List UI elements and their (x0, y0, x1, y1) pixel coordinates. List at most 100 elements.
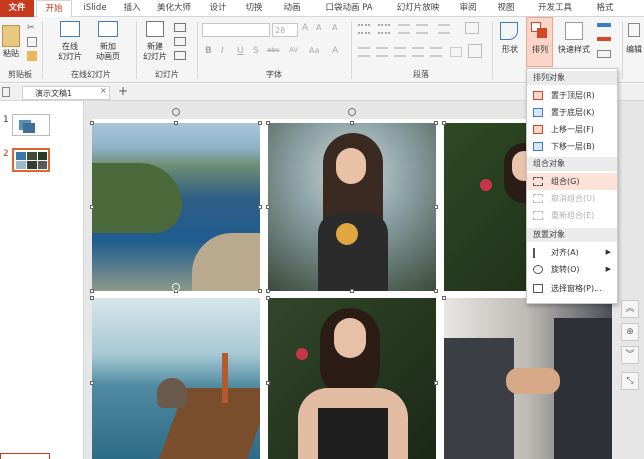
document-tab[interactable]: 演示文稿1 (22, 86, 110, 100)
menu-send-to-back[interactable]: 置于底层(K) (527, 104, 617, 121)
slide-thumbnail-1[interactable] (12, 114, 50, 136)
new-slide-button[interactable]: 新建 幻灯片 (138, 42, 172, 62)
shapes-button[interactable]: 形状 (498, 45, 522, 55)
add-tab-button[interactable]: + (118, 84, 128, 98)
paste-icon[interactable] (2, 25, 20, 47)
selection-handle[interactable] (266, 121, 270, 125)
photo-woman-flower[interactable] (268, 123, 436, 291)
shrink-font-icon[interactable]: A (316, 23, 321, 32)
menu-selection-pane[interactable]: 选择窗格(P)... (527, 280, 617, 297)
new-anim-page-icon[interactable] (98, 21, 118, 37)
selection-handle[interactable] (434, 381, 438, 385)
tab-slideshow[interactable]: 幻灯片放映 (392, 0, 444, 17)
quick-style-icon[interactable] (565, 22, 583, 40)
menu-ungroup[interactable]: 取消组合(U) (527, 190, 617, 207)
photo-handshake[interactable] (444, 298, 612, 459)
section-icon[interactable] (174, 51, 186, 60)
clear-format-icon[interactable]: A (332, 23, 337, 32)
tab-home[interactable]: 开始 (36, 0, 72, 18)
shape-effects-icon[interactable] (597, 50, 611, 58)
slide-thumbnail-2[interactable] (12, 148, 50, 172)
char-spacing-button[interactable]: AV (289, 46, 298, 54)
change-case-button[interactable]: Aa (309, 46, 319, 55)
smartart-icon[interactable] (468, 44, 482, 58)
selection-handle[interactable] (258, 121, 262, 125)
align-left-icon[interactable] (358, 47, 370, 57)
tab-format[interactable]: 格式 (590, 0, 620, 17)
underline-button[interactable]: U (237, 46, 244, 56)
selection-handle[interactable] (434, 121, 438, 125)
selection-handle[interactable] (174, 121, 178, 125)
selection-handle[interactable] (266, 289, 270, 293)
distributed-icon[interactable] (430, 47, 442, 57)
tab-view[interactable]: 视图 (492, 0, 520, 17)
quick-style-button[interactable]: 快速样式 (556, 45, 592, 55)
justify-icon[interactable] (412, 47, 424, 57)
line-spacing-icon[interactable] (438, 24, 450, 34)
collapse-up-button[interactable]: ︽ (621, 300, 639, 318)
online-slide-icon[interactable] (60, 21, 80, 37)
rotate-handle-icon[interactable] (172, 108, 180, 116)
grow-font-icon[interactable]: A (302, 23, 308, 33)
arrange-button[interactable]: 排列 (527, 45, 553, 55)
layout-icon[interactable] (174, 23, 186, 32)
new-slide-icon[interactable] (146, 21, 164, 37)
align-center-icon[interactable] (376, 47, 388, 57)
menu-align[interactable]: 对齐(A) ▶ (527, 244, 617, 261)
selection-handle[interactable] (350, 289, 354, 293)
shadow-button[interactable]: S (253, 46, 259, 56)
format-painter-icon[interactable] (27, 51, 37, 61)
font-name-box[interactable] (202, 23, 270, 37)
selection-handle[interactable] (258, 205, 262, 209)
selection-handle[interactable] (258, 289, 262, 293)
shape-outline-icon[interactable] (597, 37, 611, 41)
menu-group[interactable]: 组合(G) (527, 173, 617, 190)
increase-indent-icon[interactable] (416, 24, 428, 34)
selection-handle[interactable] (266, 381, 270, 385)
shapes-icon[interactable] (500, 22, 518, 40)
menu-bring-forward[interactable]: 上移一层(F) (527, 121, 617, 138)
selection-handle[interactable] (90, 289, 94, 293)
photo-pelican-pier[interactable] (92, 298, 260, 459)
edit-icon[interactable] (628, 23, 640, 37)
selection-handle[interactable] (350, 121, 354, 125)
menu-send-backward[interactable]: 下移一层(B) (527, 138, 617, 155)
paste-button[interactable]: 粘贴 (0, 49, 22, 59)
close-tab-icon[interactable]: × (100, 86, 107, 95)
photo-fjord[interactable] (92, 123, 260, 291)
reset-icon[interactable] (174, 37, 186, 46)
italic-button[interactable]: I (221, 46, 224, 56)
tab-animation[interactable]: 动画 (278, 0, 306, 17)
numbering-icon[interactable] (378, 24, 390, 34)
tab-insert[interactable]: 插入 (118, 0, 146, 17)
rotate-handle-icon[interactable] (172, 283, 180, 291)
tab-islide[interactable]: iSlide (76, 0, 114, 17)
decrease-indent-icon[interactable] (398, 24, 410, 34)
tab-pocket-anim[interactable]: 口袋动画 PA (316, 0, 382, 17)
fit-slide-button[interactable]: ⤡ (621, 372, 639, 390)
tab-transition[interactable]: 切换 (240, 0, 268, 17)
selection-handle[interactable] (90, 205, 94, 209)
cut-icon[interactable]: ✂ (27, 23, 37, 33)
new-anim-page-button[interactable]: 新加 动画页 (92, 42, 124, 62)
font-size-box[interactable]: 28 (272, 23, 298, 37)
selection-handle[interactable] (442, 121, 446, 125)
tab-developer[interactable]: 开发工具 (532, 0, 578, 17)
menu-bring-to-front[interactable]: 置于顶层(R) (527, 87, 617, 104)
menu-rotate[interactable]: 旋转(O) ▶ (527, 261, 617, 278)
selection-handle[interactable] (434, 205, 438, 209)
shape-fill-icon[interactable] (597, 23, 611, 27)
strikethrough-button[interactable]: abc (267, 46, 280, 54)
columns-icon[interactable] (450, 47, 462, 57)
bullets-icon[interactable] (358, 24, 370, 34)
selection-handle[interactable] (266, 296, 270, 300)
selection-handle[interactable] (90, 381, 94, 385)
edit-button[interactable]: 编辑 (624, 45, 644, 55)
tab-design[interactable]: 设计 (204, 0, 232, 17)
align-right-icon[interactable] (394, 47, 406, 57)
online-slide-button[interactable]: 在线 幻灯片 (54, 42, 86, 62)
selection-handle[interactable] (434, 289, 438, 293)
selection-handle[interactable] (90, 296, 94, 300)
rotate-handle-icon[interactable] (348, 108, 356, 116)
selection-handle[interactable] (442, 296, 446, 300)
